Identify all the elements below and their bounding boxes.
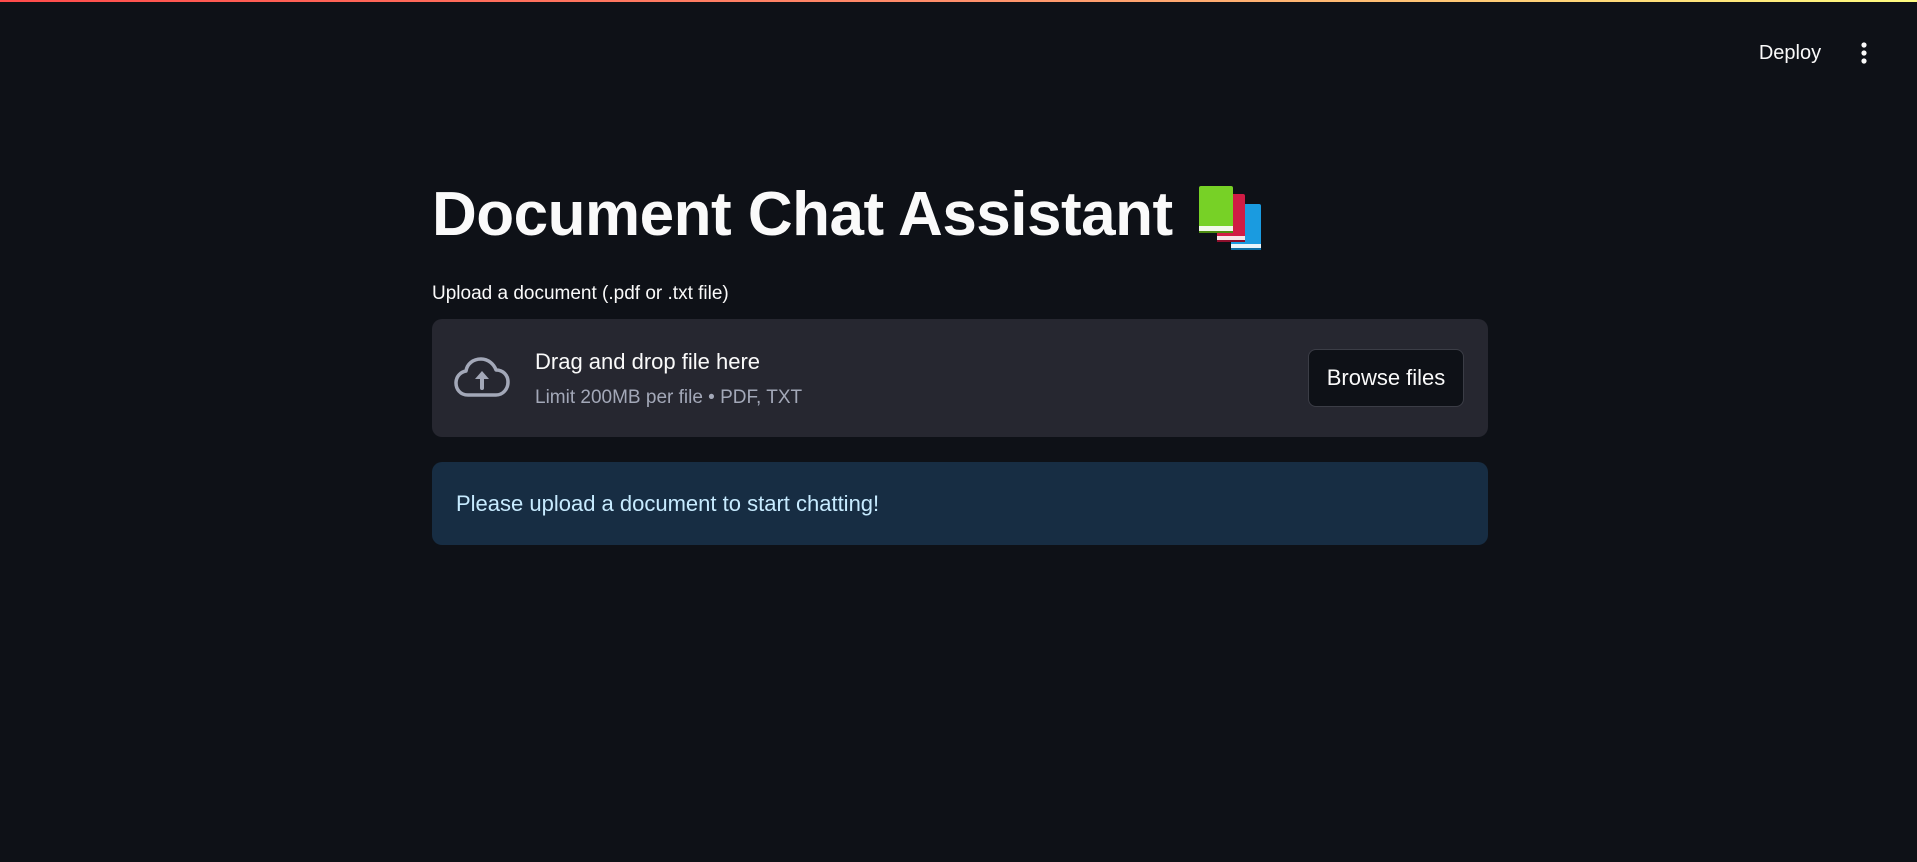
main-menu-button[interactable] [1852, 38, 1876, 68]
app-header: Deploy [0, 0, 1917, 100]
vertical-ellipsis-icon [1861, 42, 1867, 64]
info-alert: Please upload a document to start chatti… [432, 462, 1488, 545]
browse-files-button[interactable]: Browse files [1308, 349, 1464, 407]
uploader-label: Upload a document (.pdf or .txt file) [432, 283, 729, 304]
main-content: Document Chat Assistant Upload a documen… [432, 170, 1488, 545]
info-message: Please upload a document to start chatti… [456, 490, 880, 516]
page-title: Document Chat Assistant [432, 180, 1173, 249]
file-dropzone[interactable]: Drag and drop file here Limit 200MB per … [432, 319, 1488, 437]
deploy-button[interactable]: Deploy [1748, 38, 1832, 68]
dropzone-limits: Limit 200MB per file • PDF, TXT [535, 387, 803, 408]
books-icon [1198, 186, 1261, 250]
dropzone-title: Drag and drop file here [535, 349, 761, 374]
dropzone-text: Drag and drop file here Limit 200MB per … [535, 347, 802, 411]
cloud-upload-icon [454, 357, 510, 397]
title-row: Document Chat Assistant [432, 170, 1488, 260]
